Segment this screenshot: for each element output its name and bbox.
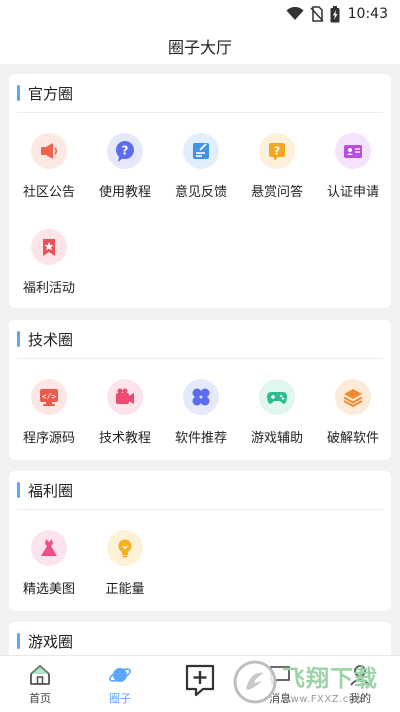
section-header: 福利圈: [17, 471, 383, 510]
watermark-url: www.FXXZ.com: [282, 694, 366, 705]
svg-text:</>: </>: [42, 392, 57, 401]
grid-item-positive-energy[interactable]: 正能量: [87, 530, 163, 611]
nav-circle[interactable]: 圈子: [80, 656, 160, 712]
item-label: 程序源码: [22, 431, 75, 446]
watermark-brand: 飞翔下载: [282, 666, 378, 692]
svg-text:?: ?: [122, 144, 129, 158]
item-label: 社区公告: [22, 185, 75, 200]
grid-item-welfare-activity[interactable]: 福利活动: [11, 229, 87, 308]
page-title: 圈子大厅: [167, 38, 232, 57]
layers-icon: [335, 379, 371, 415]
section-accent-bar: [17, 633, 20, 649]
item-label: 悬赏问答: [250, 185, 303, 200]
section-header: 技术圈: [17, 320, 383, 359]
item-label: 游戏辅助: [250, 431, 303, 446]
item-label: 使用教程: [98, 185, 151, 200]
nav-label: 首页: [29, 692, 51, 705]
status-icons: 10:43: [286, 4, 388, 24]
grid-item-certification[interactable]: 认证申请: [315, 133, 391, 223]
grid-item-game-assist[interactable]: 游戏辅助: [239, 379, 315, 460]
item-label: 正能量: [105, 582, 145, 597]
grid-item-featured-pictures[interactable]: 精选美图: [11, 530, 87, 611]
item-label: 软件推荐: [174, 431, 227, 446]
planet-icon: [109, 668, 131, 682]
code-monitor-icon: </>: [31, 379, 67, 415]
svg-text:?: ?: [274, 145, 280, 158]
add-post-icon: [185, 664, 215, 697]
question-bubble-icon: ?: [107, 133, 143, 169]
section-title: 官方圈: [28, 84, 74, 103]
watermark-logo-icon: [233, 660, 277, 704]
grid-item-tutorial[interactable]: ? 使用教程: [87, 133, 163, 223]
status-bar: 10:43: [0, 0, 400, 28]
status-time: 10:43: [347, 6, 388, 22]
gamepad-icon: [259, 379, 295, 415]
section-title: 技术圈: [28, 330, 74, 349]
battery-icon: [330, 5, 340, 22]
grid-item-community-notice[interactable]: 社区公告: [11, 133, 87, 223]
apps-grid-icon: [183, 379, 219, 415]
section-official: 官方圈 社区公告 ? 使用教程 意见反馈 ? 悬赏问答 认证申请 福利活动: [9, 74, 391, 308]
megaphone-icon: [31, 133, 67, 169]
grid-item-tech-tutorial[interactable]: 技术教程: [87, 379, 163, 460]
item-label: 福利活动: [22, 281, 75, 296]
no-sim-icon: [310, 6, 324, 22]
nav-label: 圈子: [109, 692, 131, 705]
section-welfare: 福利圈 精选美图 正能量: [9, 471, 391, 611]
item-label: 意见反馈: [174, 185, 227, 200]
grid-item-cracked-software[interactable]: 破解软件: [315, 379, 391, 460]
section-header: 官方圈: [17, 74, 383, 113]
nav-add-post[interactable]: [160, 656, 240, 712]
wifi-icon: [286, 7, 304, 20]
section-title: 福利圈: [28, 481, 74, 500]
section-accent-bar: [17, 85, 20, 101]
item-label: 技术教程: [98, 431, 151, 446]
section-tech: 技术圈 </> 程序源码 技术教程 软件推荐 游戏辅助 破解软件: [9, 320, 391, 460]
nav-home[interactable]: 首页: [0, 656, 80, 712]
watermark: 飞翔下载 www.FXXZ.com: [232, 656, 392, 708]
grid-item-source-code[interactable]: </> 程序源码: [11, 379, 87, 460]
section-accent-bar: [17, 482, 20, 498]
video-camera-icon: [107, 379, 143, 415]
title-bar: 圈子大厅: [0, 28, 400, 64]
bounty-question-icon: ?: [259, 133, 295, 169]
item-label: 破解软件: [326, 431, 379, 446]
item-label: 精选美图: [22, 582, 75, 597]
grid-item-feedback[interactable]: 意见反馈: [163, 133, 239, 223]
section-accent-bar: [17, 331, 20, 347]
home-icon: [30, 665, 50, 685]
section-title: 游戏圈: [28, 632, 74, 651]
lightbulb-icon: [107, 530, 143, 566]
grid-item-bounty-qa[interactable]: ? 悬赏问答: [239, 133, 315, 223]
id-card-icon: [335, 133, 371, 169]
dress-icon: [31, 530, 67, 566]
bookmark-star-icon: [31, 229, 67, 265]
grid-item-software-recommend[interactable]: 软件推荐: [163, 379, 239, 460]
item-label: 认证申请: [326, 185, 379, 200]
feedback-icon: [183, 133, 219, 169]
